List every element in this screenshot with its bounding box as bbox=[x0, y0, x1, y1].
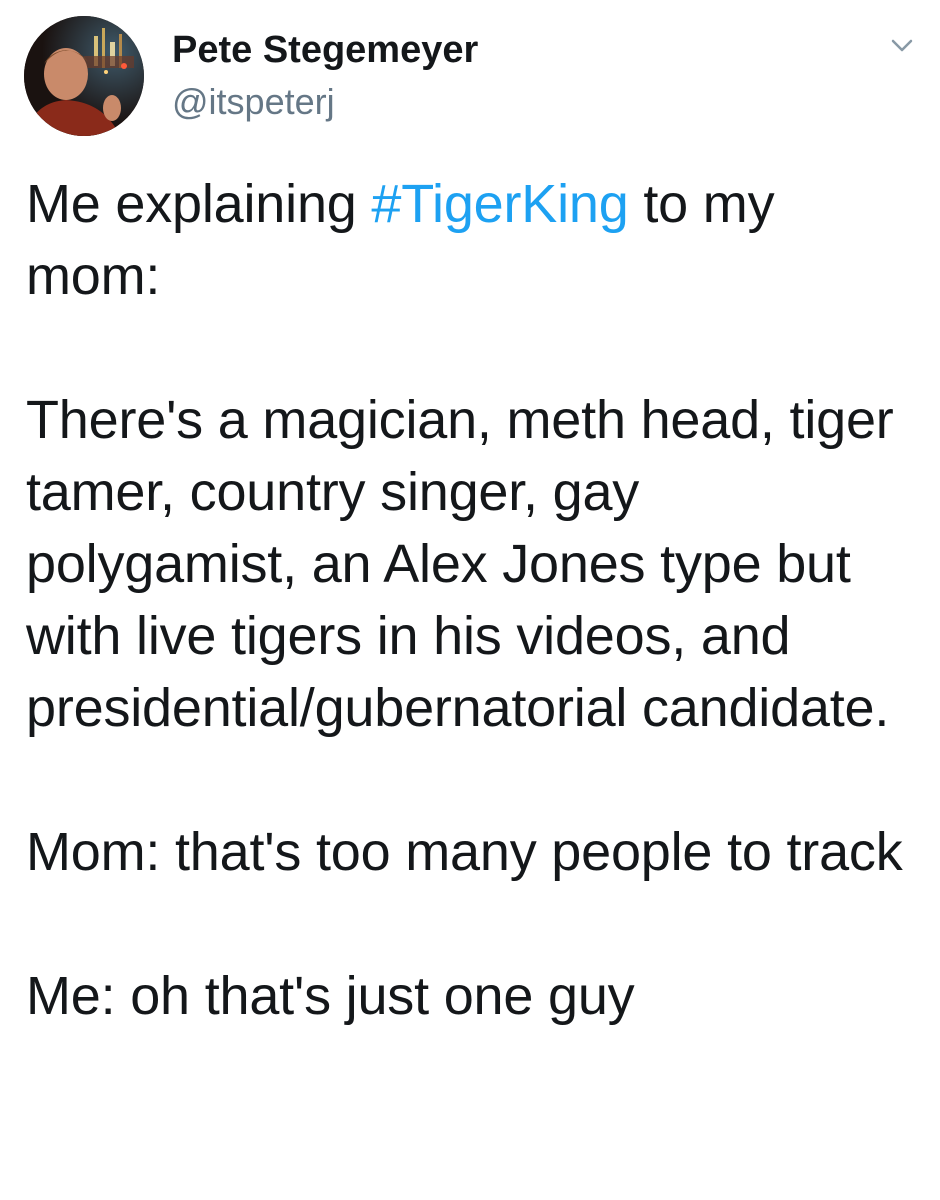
tweet-paragraph-reply: Me: oh that's just one guy bbox=[26, 966, 635, 1026]
intro-text-before: Me explaining bbox=[26, 174, 372, 234]
tweet-text: Me explaining #TigerKing to my mom: Ther… bbox=[26, 168, 916, 1032]
tweet-menu-button[interactable] bbox=[884, 30, 920, 66]
tweet-paragraph-intro: Me explaining #TigerKing to my mom: bbox=[26, 168, 916, 312]
avatar[interactable] bbox=[24, 16, 144, 136]
hashtag-link[interactable]: #TigerKing bbox=[371, 174, 628, 234]
avatar-photo bbox=[24, 16, 144, 136]
tweet-card: Pete Stegemeyer @itspeterj Me explaining… bbox=[0, 0, 940, 1200]
display-name[interactable]: Pete Stegemeyer bbox=[172, 28, 478, 72]
tweet-paragraph-list: There's a magician, meth head, tiger tam… bbox=[26, 390, 894, 738]
chevron-down-icon bbox=[891, 39, 913, 58]
user-handle[interactable]: @itspeterj bbox=[172, 80, 335, 124]
tweet-paragraph-mom: Mom: that's too many people to track bbox=[26, 822, 903, 882]
